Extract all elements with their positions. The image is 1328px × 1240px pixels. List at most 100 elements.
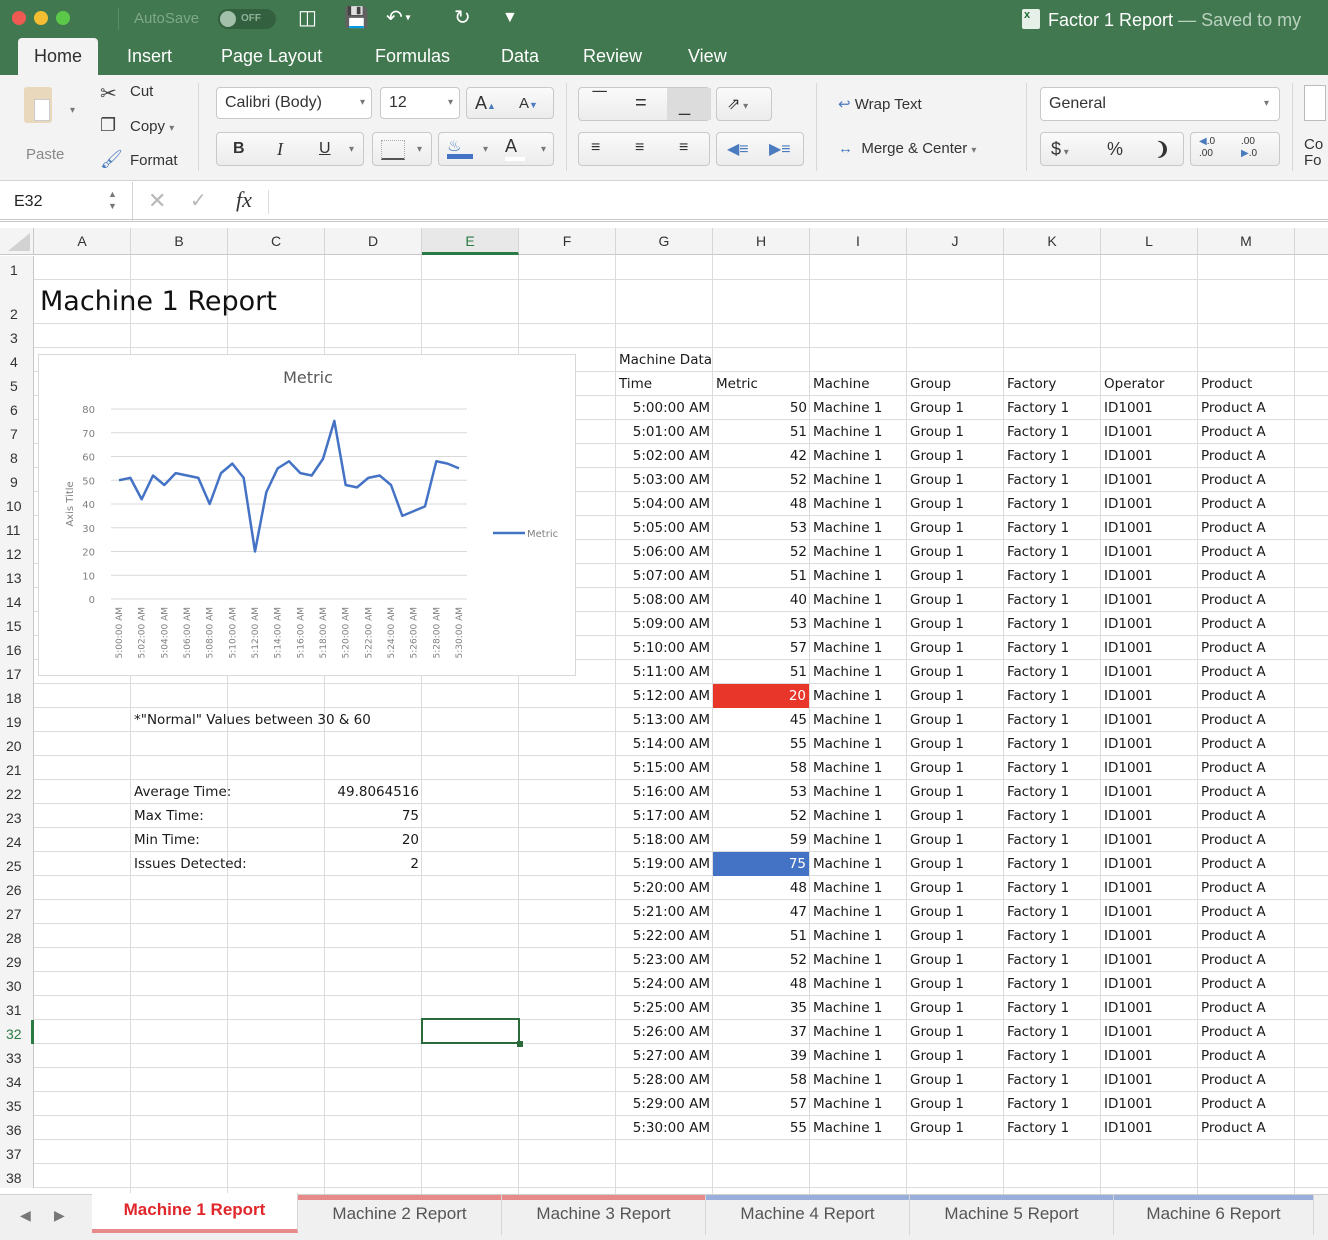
stat-value[interactable]: 2 [328,852,419,876]
column-header-a[interactable]: A [34,228,131,255]
table-cell-product[interactable]: Product A [1201,444,1266,468]
bold-button[interactable]: B [233,140,245,158]
decrease-decimal-button[interactable]: .00 ▶.0 [1241,136,1257,160]
sheet-tab-machine-6[interactable]: Machine 6 Report [1114,1195,1314,1235]
table-cell-operator[interactable]: ID1001 [1104,636,1153,660]
table-cell-machine[interactable]: Machine 1 [813,876,882,900]
table-cell-machine[interactable]: Machine 1 [813,660,882,684]
table-cell-product[interactable]: Product A [1201,900,1266,924]
row-header-31[interactable]: 31 [0,996,34,1020]
table-cell-time[interactable]: 5:18:00 AM [619,828,710,852]
table-cell-group[interactable]: Group 1 [910,972,964,996]
table-cell-operator[interactable]: ID1001 [1104,588,1153,612]
table-cell-group[interactable]: Group 1 [910,780,964,804]
paste-button[interactable]: ▾ Paste [22,83,82,173]
table-cell-operator[interactable]: ID1001 [1104,828,1153,852]
table-cell-time[interactable]: 5:06:00 AM [619,540,710,564]
table-cell-product[interactable]: Product A [1201,1092,1266,1116]
table-cell-metric[interactable]: 57 [716,1092,807,1116]
table-cell-time[interactable]: 5:10:00 AM [619,636,710,660]
chevron-down-icon[interactable]: ▾ [483,144,488,155]
table-cell-metric[interactable]: 40 [716,588,807,612]
tab-insert[interactable]: Insert [127,38,172,75]
table-header-factory[interactable]: Factory [1007,372,1056,396]
table-cell-factory[interactable]: Factory 1 [1007,972,1069,996]
table-cell-group[interactable]: Group 1 [910,588,964,612]
font-color-button[interactable]: A [505,136,525,161]
increase-font-size-button[interactable]: A▲ [475,93,496,114]
table-cell-operator[interactable]: ID1001 [1104,660,1153,684]
table-cell-group[interactable]: Group 1 [910,684,964,708]
tab-view[interactable]: View [688,38,727,75]
orientation-button[interactable]: ⇗ ▾ [716,87,772,121]
table-cell-factory[interactable]: Factory 1 [1007,588,1069,612]
stat-label[interactable]: Max Time: [134,804,204,828]
table-cell-metric[interactable]: 50 [716,396,807,420]
table-cell-time[interactable]: 5:07:00 AM [619,564,710,588]
select-all-button[interactable] [0,228,34,255]
table-cell-time[interactable]: 5:25:00 AM [619,996,710,1020]
table-cell-product[interactable]: Product A [1201,804,1266,828]
table-cell-time[interactable]: 5:16:00 AM [619,780,710,804]
scroll-tabs-left-icon[interactable]: ◀ [20,1207,31,1224]
row-header-34[interactable]: 34 [0,1068,34,1092]
selected-cell-e32[interactable] [421,1018,520,1044]
table-cell-operator[interactable]: ID1001 [1104,492,1153,516]
table-cell-metric[interactable]: 48 [716,972,807,996]
table-cell-group[interactable]: Group 1 [910,804,964,828]
table-cell-group[interactable]: Group 1 [910,900,964,924]
decrease-indent-icon[interactable]: ◀≡ [727,139,749,159]
table-cell-time[interactable]: 5:24:00 AM [619,972,710,996]
tab-page-layout[interactable]: Page Layout [221,38,322,75]
save-icon[interactable]: 💾 [344,6,369,30]
font-name-select[interactable]: Calibri (Body) ▾ [216,87,372,119]
comma-style-button[interactable]: ❩ [1155,139,1170,160]
table-cell-factory[interactable]: Factory 1 [1007,612,1069,636]
table-cell-time[interactable]: 5:20:00 AM [619,876,710,900]
table-cell-factory[interactable]: Factory 1 [1007,468,1069,492]
table-cell-machine[interactable]: Machine 1 [813,972,882,996]
table-header-group[interactable]: Group [910,372,951,396]
row-header-22[interactable]: 22 [0,780,34,804]
stat-value[interactable]: 20 [328,828,419,852]
table-cell-product[interactable]: Product A [1201,708,1266,732]
table-cell-product[interactable]: Product A [1201,492,1266,516]
tab-home[interactable]: Home [18,38,99,75]
table-cell-metric[interactable]: 42 [716,444,807,468]
table-cell-time[interactable]: 5:29:00 AM [619,1092,710,1116]
table-cell-time[interactable]: 5:23:00 AM [619,948,710,972]
table-cell-group[interactable]: Group 1 [910,1068,964,1092]
table-cell-factory[interactable]: Factory 1 [1007,732,1069,756]
column-header-k[interactable]: K [1004,228,1101,255]
row-header-25[interactable]: 25 [0,852,34,876]
table-cell-metric[interactable]: 51 [716,660,807,684]
copy-button[interactable]: Copy ▾ [130,118,174,135]
scroll-tabs-right-icon[interactable]: ▶ [54,1207,65,1224]
table-cell-machine[interactable]: Machine 1 [813,924,882,948]
row-header-29[interactable]: 29 [0,948,34,972]
increase-indent-icon[interactable]: ▶≡ [769,139,791,159]
stat-value[interactable]: 75 [328,804,419,828]
table-cell-factory[interactable]: Factory 1 [1007,1116,1069,1140]
table-cell-product[interactable]: Product A [1201,732,1266,756]
table-cell-product[interactable]: Product A [1201,972,1266,996]
decrease-font-size-button[interactable]: A▼ [519,95,538,112]
table-cell-group[interactable]: Group 1 [910,1116,964,1140]
row-header-8[interactable]: 8 [0,444,34,468]
align-middle-icon[interactable]: = [635,92,647,115]
table-cell-group[interactable]: Group 1 [910,396,964,420]
table-cell-metric[interactable]: 58 [716,756,807,780]
sheet-tab-machine-3[interactable]: Machine 3 Report [502,1195,706,1235]
table-cell-operator[interactable]: ID1001 [1104,1020,1153,1044]
undo-icon[interactable]: ↶ ▾ [386,6,411,31]
table-cell-machine[interactable]: Machine 1 [813,828,882,852]
table-cell-factory[interactable]: Factory 1 [1007,396,1069,420]
table-cell-metric[interactable]: 52 [716,948,807,972]
table-cell-product[interactable]: Product A [1201,564,1266,588]
table-cell-product[interactable]: Product A [1201,948,1266,972]
format-painter-button[interactable]: Format [130,152,178,169]
italic-button[interactable]: I [277,139,283,160]
table-cell-machine[interactable]: Machine 1 [813,516,882,540]
table-cell-group[interactable]: Group 1 [910,636,964,660]
table-cell-metric[interactable]: 47 [716,900,807,924]
